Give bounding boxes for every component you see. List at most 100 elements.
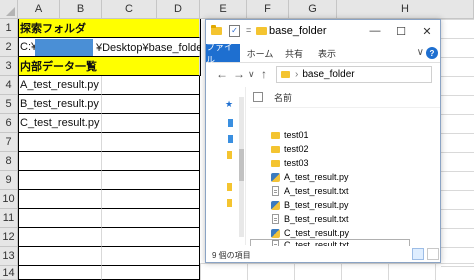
maximize-button[interactable]: ☐ xyxy=(392,23,410,39)
row-header-12[interactable]: 12 xyxy=(0,228,18,247)
tab-home[interactable]: ホーム xyxy=(246,44,274,62)
navigation-pane[interactable]: ★ xyxy=(206,87,246,245)
column-header-e[interactable]: E xyxy=(200,0,247,19)
cell-c4[interactable] xyxy=(102,76,200,95)
cell-a13[interactable] xyxy=(18,247,102,266)
title-bar[interactable]: ✓ = base_folder — ☐ ✕ xyxy=(206,20,440,44)
row-header-7[interactable]: 7 xyxy=(0,133,18,152)
cell-c8[interactable] xyxy=(102,152,200,171)
row-header-2[interactable]: 2 xyxy=(0,38,18,57)
cell-a8[interactable] xyxy=(18,152,102,171)
column-header-b[interactable]: B xyxy=(60,0,102,19)
column-header-c[interactable]: C xyxy=(102,0,157,19)
cell-a10[interactable] xyxy=(18,190,102,209)
column-header-d[interactable]: D xyxy=(157,0,200,19)
item-count: 9 個の項目 xyxy=(212,251,251,260)
row-header-13[interactable]: 13 xyxy=(0,247,18,266)
file-name: test02 xyxy=(284,144,309,154)
column-header-a[interactable]: A xyxy=(18,0,60,19)
quick-access-dropdown[interactable]: = xyxy=(246,25,251,35)
nav-scrollbar-thumb[interactable] xyxy=(239,149,244,181)
file-name: C_test_result.py xyxy=(284,228,350,238)
tab-share[interactable]: 共有 xyxy=(282,44,306,62)
cell-a5[interactable]: B_test_result.py xyxy=(18,95,102,114)
grid-right xyxy=(441,19,474,280)
cell-a11[interactable] xyxy=(18,209,102,228)
row-header-5[interactable]: 5 xyxy=(0,95,18,114)
back-arrow-icon[interactable]: ← xyxy=(216,67,228,81)
forward-arrow-icon[interactable]: → xyxy=(233,67,245,81)
cell-a9[interactable] xyxy=(18,171,102,190)
nav-folder-icon-3[interactable] xyxy=(227,199,232,207)
quick-access-folder-icon[interactable] xyxy=(211,25,222,35)
cell-c7[interactable] xyxy=(102,133,200,152)
nav-downloads-icon[interactable] xyxy=(228,135,233,143)
window-title: base_folder xyxy=(269,25,327,37)
tab-view[interactable]: 表示 xyxy=(314,44,340,62)
cell-a6[interactable]: C_test_result.py xyxy=(18,114,102,133)
cell-c12[interactable] xyxy=(102,228,200,247)
tab-file[interactable]: ファイル xyxy=(206,42,240,65)
cell-c11[interactable] xyxy=(102,209,200,228)
file-row-test01[interactable]: test01 xyxy=(250,129,440,143)
file-row-b-txt[interactable]: B_test_result.txt xyxy=(250,213,440,227)
large-icons-view-icon[interactable] xyxy=(427,248,439,260)
file-row-a-txt[interactable]: A_test_result.txt xyxy=(250,185,440,199)
address-bar[interactable]: › base_folder xyxy=(276,66,432,83)
help-icon[interactable]: ? xyxy=(426,47,438,59)
file-row-b-py[interactable]: B_test_result.py xyxy=(250,199,440,213)
file-name: B_test_result.py xyxy=(284,200,349,210)
cell-a12[interactable] xyxy=(18,228,102,247)
up-arrow-icon[interactable]: ↑ xyxy=(261,67,267,81)
cell-a14[interactable] xyxy=(18,266,102,280)
cell-c6[interactable] xyxy=(102,114,200,133)
row-header-3[interactable]: 3 xyxy=(0,57,18,76)
column-header-f[interactable]: F xyxy=(247,0,289,19)
cell-c5[interactable] xyxy=(102,95,200,114)
cell-a4[interactable]: A_test_result.py xyxy=(18,76,102,95)
cell-c13[interactable] xyxy=(102,247,200,266)
file-row-test03[interactable]: test03 xyxy=(250,157,440,171)
cell-a7[interactable] xyxy=(18,133,102,152)
quick-access-properties-icon[interactable]: ✓ xyxy=(229,25,240,37)
file-list: 名前 test01 test02 test03 A_test_result.py… xyxy=(250,87,440,253)
cell-a1[interactable]: 探索フォルダ xyxy=(18,19,200,38)
minimize-button[interactable]: — xyxy=(366,23,384,39)
details-view-icon[interactable] xyxy=(412,248,424,260)
row-header-10[interactable]: 10 xyxy=(0,190,18,209)
nav-folder-icon-2[interactable] xyxy=(227,183,232,191)
cell-c9[interactable] xyxy=(102,171,200,190)
cell-a3[interactable]: 内部データ一覧 xyxy=(18,57,200,76)
row-header-14[interactable]: 14 xyxy=(0,266,18,280)
recent-dropdown-icon[interactable]: ∨ xyxy=(248,69,255,80)
address-folder-icon xyxy=(281,71,290,78)
column-header-h[interactable]: H xyxy=(337,0,474,19)
python-file-icon xyxy=(271,201,280,210)
row-header-9[interactable]: 9 xyxy=(0,171,18,190)
folder-icon xyxy=(271,132,280,139)
nav-desktop-icon[interactable] xyxy=(228,119,233,127)
nav-folder-icon-1[interactable] xyxy=(227,151,232,159)
row-header-8[interactable]: 8 xyxy=(0,152,18,171)
row-header-4[interactable]: 4 xyxy=(0,76,18,95)
header-divider xyxy=(250,107,440,108)
column-name-header[interactable]: 名前 xyxy=(274,91,292,104)
cell-c2[interactable]: ¥Desktop¥base_folder xyxy=(94,38,200,57)
file-name: test01 xyxy=(284,130,309,140)
column-header-g[interactable]: G xyxy=(289,0,337,19)
file-row-test02[interactable]: test02 xyxy=(250,143,440,157)
cell-c10[interactable] xyxy=(102,190,200,209)
row-header-11[interactable]: 11 xyxy=(0,209,18,228)
table-border-left xyxy=(18,19,19,280)
ribbon-expand-icon[interactable]: ∨ xyxy=(417,47,424,58)
row-header-1[interactable]: 1 xyxy=(0,19,18,38)
address-text: base_folder xyxy=(302,69,355,80)
cell-c14[interactable] xyxy=(102,266,200,280)
select-all-checkbox[interactable] xyxy=(253,92,263,102)
close-button[interactable]: ✕ xyxy=(418,23,436,39)
file-row-a-py[interactable]: A_test_result.py xyxy=(250,171,440,185)
row-header-6[interactable]: 6 xyxy=(0,114,18,133)
select-all-corner[interactable] xyxy=(0,0,18,19)
quick-access-star-icon[interactable]: ★ xyxy=(225,99,233,110)
file-name: test03 xyxy=(284,158,309,168)
